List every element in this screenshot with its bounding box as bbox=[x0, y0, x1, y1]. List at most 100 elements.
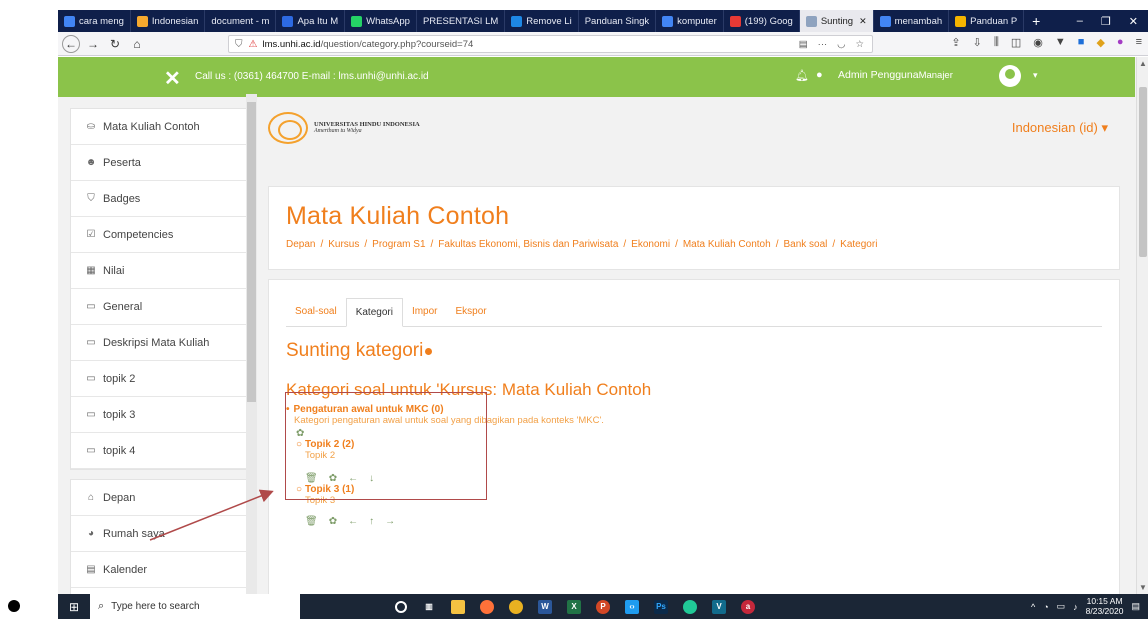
pocket-icon[interactable]: ◡ bbox=[837, 39, 845, 50]
excel-icon[interactable]: X bbox=[567, 599, 581, 614]
close-drawer-icon[interactable]: ✕ bbox=[164, 66, 181, 91]
notification-center-icon[interactable]: ▤ bbox=[1131, 601, 1140, 612]
file-explorer-icon[interactable] bbox=[451, 599, 465, 614]
windows-start-icon[interactable]: ⊞ bbox=[64, 600, 84, 614]
bookmark-star-icon[interactable]: ☆ bbox=[855, 39, 864, 50]
site-logo[interactable]: UNIVERSITAS HINDU INDONESIA Amertham tu … bbox=[268, 108, 1120, 148]
close-tab-icon[interactable]: ✕ bbox=[859, 16, 867, 27]
tab-ekspor[interactable]: Ekspor bbox=[447, 306, 496, 326]
taskbar-search[interactable]: ⌕ Type here to search bbox=[90, 594, 300, 619]
breadcrumb-link[interactable]: Program S1 bbox=[372, 239, 425, 250]
sidebar-item[interactable]: ▤ Kalender bbox=[71, 552, 246, 588]
messages-icon[interactable]: ● bbox=[816, 69, 823, 81]
new-tab-button[interactable]: + bbox=[1024, 10, 1048, 32]
tracking-shield-icon[interactable]: ⛉ bbox=[235, 39, 243, 50]
reload-button[interactable]: ↻ bbox=[106, 35, 124, 53]
tab-kategori[interactable]: Kategori bbox=[345, 298, 403, 327]
sidebar-item[interactable]: ▭ Deskripsi Mata Kuliah bbox=[71, 325, 246, 361]
filter-extension-icon[interactable]: ▼ bbox=[1055, 36, 1066, 49]
sync-icon[interactable]: ⇪ bbox=[951, 36, 960, 49]
sidebar-toggle-icon[interactable]: ◫ bbox=[1011, 36, 1021, 49]
arrow-up-icon[interactable]: ↑ bbox=[369, 516, 374, 527]
browser-tab[interactable]: Indonesian bbox=[131, 10, 206, 32]
insecure-lock-icon[interactable]: ⚠ bbox=[249, 39, 258, 50]
sidebar-item[interactable]: ▭ General bbox=[71, 289, 246, 325]
browser-tab[interactable]: document - m bbox=[205, 10, 277, 32]
drawer-scroll-thumb[interactable] bbox=[247, 102, 256, 402]
chevron-down-icon[interactable]: ▾ bbox=[1033, 70, 1038, 81]
breadcrumb-link[interactable]: Mata Kuliah Contoh bbox=[683, 239, 771, 250]
sidebar-item[interactable]: ▦ Nilai bbox=[71, 253, 246, 289]
browser-tab[interactable]: Apa Itu M bbox=[276, 10, 346, 32]
browser-tab[interactable]: Remove Li bbox=[505, 10, 579, 32]
back-button[interactable]: ← bbox=[62, 34, 80, 53]
close-window-icon[interactable]: ✕ bbox=[1129, 15, 1138, 28]
firefox-icon[interactable] bbox=[480, 599, 494, 614]
page-scroll-thumb[interactable] bbox=[1139, 87, 1147, 257]
extension-colorful-icon[interactable]: ◆ bbox=[1096, 36, 1104, 49]
powerpoint-icon[interactable]: P bbox=[596, 599, 610, 614]
page-scrollbar[interactable]: ▲ ▼ bbox=[1136, 57, 1148, 594]
sidebar-item[interactable]: ☻ Peserta bbox=[71, 145, 246, 181]
notification-bell-icon[interactable]: 🔔︎ bbox=[795, 69, 809, 82]
browser-tab[interactable]: (199) Goog bbox=[724, 10, 800, 32]
sidebar-item[interactable]: ☑ Competencies bbox=[71, 217, 246, 253]
user-menu[interactable]: Admin PenggunaManajer bbox=[838, 69, 953, 81]
browser-tab[interactable]: PRESENTASI LM bbox=[417, 10, 506, 32]
chrome-icon[interactable] bbox=[509, 599, 523, 614]
browser-tab[interactable]: Sunting ✕ bbox=[799, 10, 874, 32]
scroll-down-icon[interactable]: ▼ bbox=[1139, 583, 1147, 592]
sidebar-item[interactable]: ◕ Rumah saya bbox=[71, 516, 246, 552]
restore-icon[interactable]: ❐ bbox=[1101, 15, 1111, 28]
home-button[interactable]: ⌂ bbox=[128, 35, 146, 53]
menu-icon[interactable]: ≡ bbox=[1136, 36, 1142, 49]
tab-impor[interactable]: Impor bbox=[403, 306, 447, 326]
tray-expand-icon[interactable]: ^ bbox=[1031, 602, 1035, 612]
sidebar-item[interactable]: ▭ topik 4 bbox=[71, 433, 246, 469]
extension-blue-icon[interactable]: ■ bbox=[1078, 36, 1085, 49]
sidebar-item[interactable]: ⛀ Mata Kuliah Contoh bbox=[71, 109, 246, 145]
vscode-icon[interactable]: ‹› bbox=[625, 599, 639, 614]
extension-circle-icon[interactable]: ● bbox=[1117, 36, 1124, 49]
breadcrumb-link[interactable]: Depan bbox=[286, 239, 315, 250]
minimize-icon[interactable]: – bbox=[1077, 15, 1083, 27]
cortana-icon[interactable] bbox=[395, 600, 407, 613]
download-icon[interactable]: ⇩ bbox=[973, 36, 982, 49]
browser-tab[interactable]: cara meng bbox=[58, 10, 131, 32]
language-menu[interactable]: Indonesian (id) ▾ bbox=[1012, 120, 1108, 136]
word-icon[interactable]: W bbox=[538, 599, 552, 614]
red-app-icon[interactable]: a bbox=[741, 599, 755, 614]
browser-tab[interactable]: menambah bbox=[874, 10, 950, 32]
gear-icon[interactable]: ✿ bbox=[329, 516, 337, 527]
task-view-icon[interactable]: ▥ bbox=[422, 600, 436, 614]
reader-view-icon[interactable]: ▤ bbox=[799, 39, 808, 50]
sidebar-item[interactable]: ⌂ Depan bbox=[71, 480, 246, 516]
sidebar-item[interactable]: ▭ topik 2 bbox=[71, 361, 246, 397]
breadcrumb-link[interactable]: Kursus bbox=[328, 239, 359, 250]
breadcrumb-link[interactable]: Kategori bbox=[840, 239, 877, 250]
browser-tab[interactable]: WhatsApp bbox=[345, 10, 417, 32]
trash-icon[interactable]: 🗑︎ bbox=[305, 516, 318, 527]
drawer-scrollbar[interactable] bbox=[246, 94, 257, 594]
help-icon[interactable] bbox=[425, 348, 433, 355]
sidebar-item[interactable]: ▭ topik 3 bbox=[71, 397, 246, 433]
browser-tab[interactable]: komputer bbox=[656, 10, 724, 32]
breadcrumb-link[interactable]: Fakultas Ekonomi, Bisnis dan Pariwisata bbox=[438, 239, 618, 250]
v-app-icon[interactable]: V bbox=[712, 599, 726, 614]
page-actions-icon[interactable]: ··· bbox=[818, 39, 828, 50]
library-icon[interactable]: ⫼ bbox=[994, 36, 999, 49]
scroll-up-icon[interactable]: ▲ bbox=[1139, 59, 1147, 68]
photoshop-icon[interactable]: Ps bbox=[654, 599, 668, 614]
browser-tab[interactable]: Panduan P bbox=[949, 10, 1025, 32]
system-clock[interactable]: 10:15 AM 8/23/2020 bbox=[1086, 596, 1124, 616]
browser-tab[interactable]: Panduan Singk bbox=[579, 10, 657, 32]
sidebar-item[interactable]: ⛉ Badges bbox=[71, 181, 246, 217]
address-bar[interactable]: ⛉ ⚠ lms.unhi.ac.id/question/category.php… bbox=[228, 35, 873, 53]
tab-soal-soal[interactable]: Soal-soal bbox=[286, 306, 346, 326]
breadcrumb-link[interactable]: Bank soal bbox=[783, 239, 827, 250]
network-icon[interactable]: ◔ bbox=[1043, 602, 1048, 612]
volume-icon[interactable]: ♪ bbox=[1073, 602, 1078, 612]
battery-icon[interactable]: ▭ bbox=[1057, 601, 1066, 612]
arrow-left-icon[interactable]: ← bbox=[348, 516, 358, 527]
arrow-right-icon[interactable]: → bbox=[385, 516, 395, 527]
